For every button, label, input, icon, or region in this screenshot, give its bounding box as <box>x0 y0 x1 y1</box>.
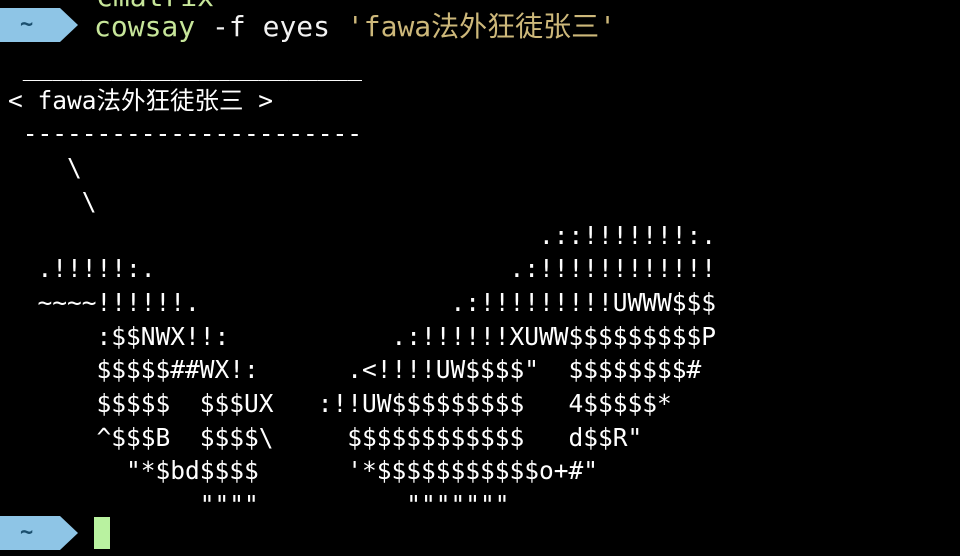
output-line: $$$$$ $$$UX :!!UW$$$$$$$$$ 4$$$$$* <box>8 389 672 419</box>
command-text: cowsay -f eyes 'fawa法外狂徒张三' <box>94 5 616 45</box>
output-line: """" """"""" <box>8 490 510 520</box>
command-prompt-line: ~ cowsay -f eyes 'fawa法外狂徒张三' <box>0 5 616 45</box>
output-line: \ <box>8 186 97 216</box>
output-line: _______________________ <box>8 52 363 81</box>
command-string-arg: 'fawa法外狂徒张三' <box>346 10 617 43</box>
prompt-arrow-icon <box>0 8 78 42</box>
output-line: $$$$$##WX!: .<!!!!UW$$$$" $$$$$$$$# <box>8 355 702 385</box>
output-line: \ <box>8 153 82 183</box>
output-line: ^$$$B $$$$\ $$$$$$$$$$$$ d$$R" <box>8 422 643 452</box>
terminal-window[interactable]: cmatrix ~ cowsay -f eyes 'fawa法外狂徒张三' __… <box>0 0 960 556</box>
text-cursor[interactable] <box>94 517 110 549</box>
prompt-badge: ~ <box>0 8 78 42</box>
prompt-directory: ~ <box>20 12 34 37</box>
prompt-badge: ~ <box>0 516 78 550</box>
output-line: .::!!!!!!!:. <box>8 220 717 250</box>
command-program: cowsay <box>94 10 196 43</box>
active-prompt-line[interactable]: ~ <box>0 516 110 550</box>
output-line: "*$bd$$$$ '*$$$$$$$$$$$o+#" <box>8 456 599 486</box>
prompt-arrow-icon <box>0 516 78 550</box>
output-line: ----------------------- <box>8 119 363 149</box>
output-line: .!!!!!:. .:!!!!!!!!!!!! <box>8 254 717 284</box>
output-line: ~~~~!!!!!!. .:!!!!!!!!!UWWW$$$ <box>8 287 717 317</box>
output-line: :$$NWX!!: .:!!!!!!XUWW$$$$$$$$$P <box>8 321 717 351</box>
command-args: -f eyes <box>195 10 347 43</box>
output-line: < fawa法外狂徒张三 > <box>8 85 274 115</box>
prompt-directory: ~ <box>20 520 34 545</box>
cowsay-output: _______________________ < fawa法外狂徒张三 > -… <box>8 50 716 522</box>
